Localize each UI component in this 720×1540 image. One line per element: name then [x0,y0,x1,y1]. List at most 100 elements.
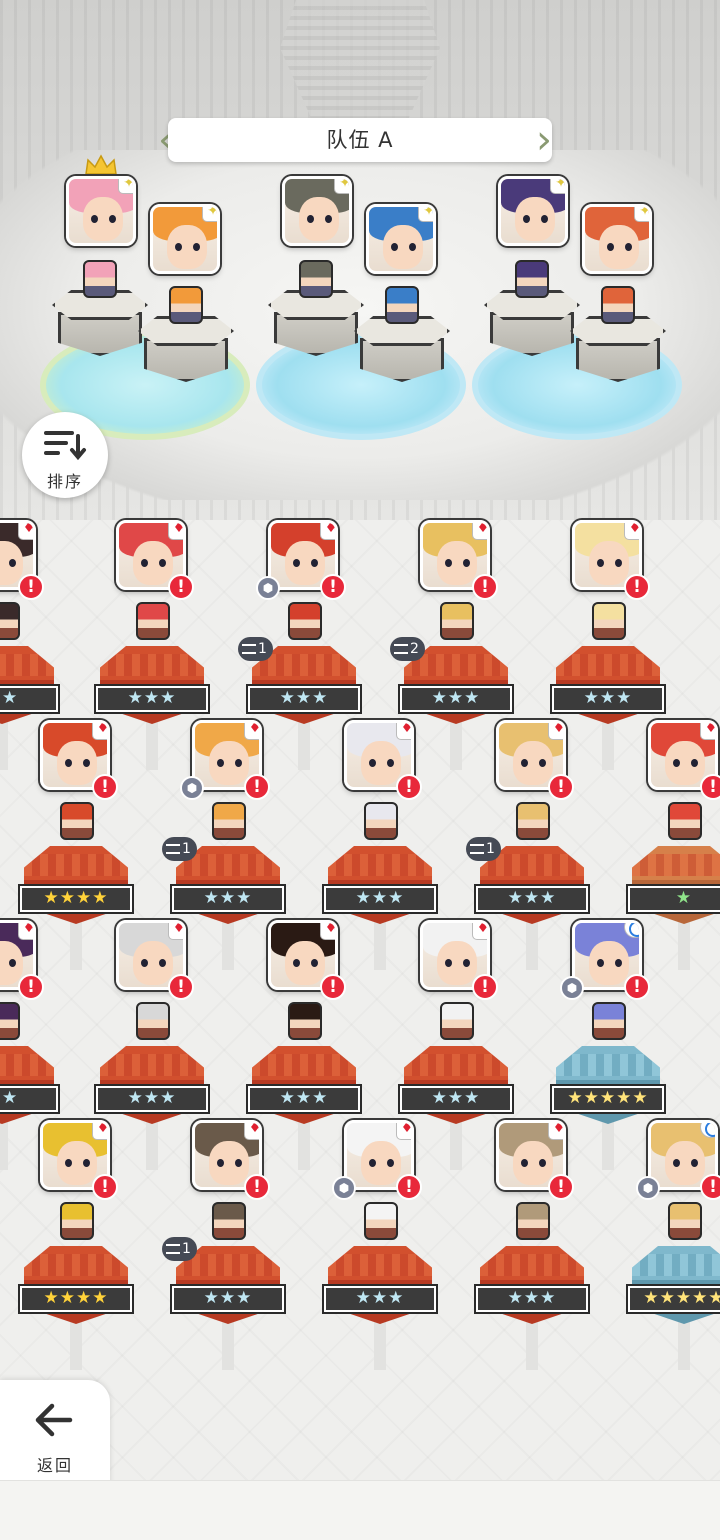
portrait-eye [463,559,470,567]
portrait-face [513,1141,553,1185]
roster-sprite [60,1202,94,1240]
rank-shield-icon: ⬢ [256,576,280,600]
alert-icon: ! [624,574,650,600]
star-rating: ★★★ [400,686,512,712]
portrait-eye [175,243,182,251]
alert-icon: ! [396,1174,422,1200]
portrait-face [383,225,423,269]
roster-sprite [592,1002,626,1040]
star-rating: ★★ [0,686,58,712]
roster-pedestal: ★★★★ [20,846,132,932]
diamond-suit-icon: ♦ [93,1123,107,1139]
duplicate-stack-badge: 1 [162,1237,197,1261]
diamond-suit-icon: ♦ [19,523,33,539]
portrait-face [285,941,325,985]
roster-pedestal: ★★★ [96,646,208,732]
sparkle-icon: ✦ [551,179,565,193]
roster-pedestal: ★★★ [96,1046,208,1132]
portrait-eye [539,759,546,767]
portrait-face [599,225,639,269]
diamond-suit-icon: ♦ [169,523,183,539]
team-name-banner[interactable]: 队伍 A [168,118,552,162]
portrait-eye [445,959,452,967]
star-rating: ★★★ [552,686,664,712]
star-rating: ★ [628,886,720,912]
portrait-face [589,941,629,985]
portrait-eye [311,959,318,967]
roster-sprite [592,602,626,640]
portrait-eye [541,215,548,223]
portrait-eye [65,1159,72,1167]
roster-sprite [668,802,702,840]
diamond-suit-icon: ♦ [321,923,335,939]
sort-label: 排序 [46,472,83,491]
portrait-eye [217,759,224,767]
party-portrait-member-4[interactable]: ✦ [366,204,436,274]
portrait-eye [409,243,416,251]
stack-count: 1 [486,841,495,857]
portrait-eye [307,215,314,223]
party-portrait-member-5[interactable]: ✦ [498,176,568,246]
stack-icon [470,844,484,854]
diamond-suit-icon: ♦ [169,923,183,939]
portrait-eye [625,243,632,251]
bottom-bar [0,1480,720,1540]
party-sprite [601,286,635,324]
portrait-eye [673,759,680,767]
party-pedestal [354,316,450,388]
portrait-eye [615,559,622,567]
roster-sprite [440,1002,474,1040]
party-portrait-member-6[interactable]: ✦ [582,204,652,274]
sort-button[interactable]: 排序 [22,412,108,498]
back-arrow-icon [35,1403,73,1437]
diamond-suit-icon: ♦ [549,723,563,739]
blue-ring-icon [625,923,639,937]
diamond-suit-icon: ♦ [625,523,639,539]
leader-crown-icon [85,154,117,175]
roster-pedestal: ★★★★★ [628,1246,720,1332]
star-rating: ★★★★★ [628,1286,720,1312]
portrait-eye [141,559,148,567]
portrait-eye [391,243,398,251]
party-portrait-member-2[interactable]: ✦ [150,204,220,274]
portrait-face [361,1141,401,1185]
sparkle-icon: ✦ [335,179,349,193]
diamond-suit-icon: ♦ [473,923,487,939]
stack-icon [242,644,256,654]
portrait-eye [691,1159,698,1167]
portrait-face [167,225,207,269]
stack-icon [166,844,180,854]
portrait-eye [159,959,166,967]
next-team-arrow[interactable]: › [536,114,562,166]
portrait-face [57,1141,97,1185]
diamond-suit-icon: ♦ [321,523,335,539]
diamond-suit-icon: ♦ [245,1123,259,1139]
party-portrait-leader[interactable]: ✦ [66,176,136,246]
star-rating: ★★★ [324,886,436,912]
party-portrait-member-3[interactable]: ✦ [282,176,352,246]
stack-count: 2 [410,641,419,657]
back-button[interactable]: 返回 [0,1380,110,1490]
roster-sprite [212,1202,246,1240]
alert-icon: ! [18,974,44,1000]
roster-sprite [136,602,170,640]
portrait-eye [159,559,166,567]
portrait-eye [523,215,530,223]
alert-icon: ! [624,974,650,1000]
portrait-eye [387,1159,394,1167]
sparkle-icon: ✦ [419,207,433,221]
portrait-face [361,741,401,785]
party-pedestal [138,316,234,388]
roster-pedestal: ★★★ [324,846,436,932]
alert-icon: ! [168,974,194,1000]
portrait-eye [83,759,90,767]
sparkle-icon: ✦ [119,179,133,193]
duplicate-stack-badge: 1 [238,637,273,661]
alert-icon: ! [472,574,498,600]
back-label: 返回 [36,1456,73,1475]
alert-icon: ! [700,1174,720,1200]
sparkle-icon: ✦ [635,207,649,221]
portrait-eye [235,1159,242,1167]
roster-sprite [516,802,550,840]
rank-shield-icon: ⬢ [180,776,204,800]
